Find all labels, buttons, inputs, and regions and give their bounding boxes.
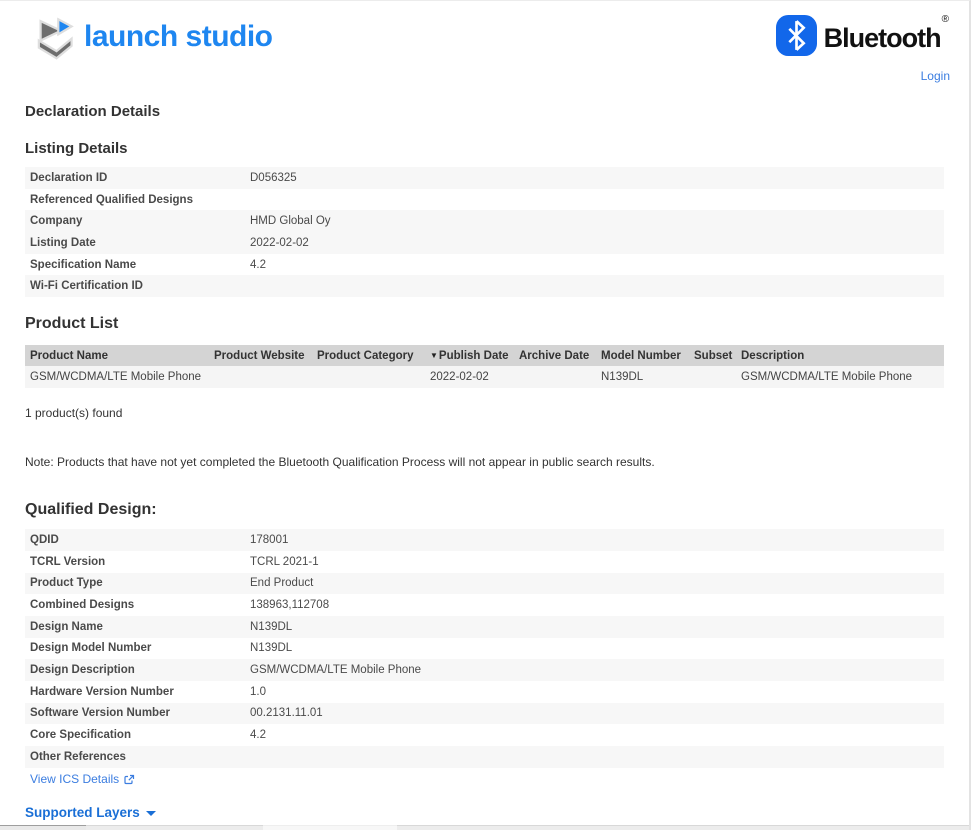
row-value: N139DL <box>250 642 944 654</box>
row-label: Core Specification <box>25 729 250 741</box>
row-label: Specification Name <box>25 259 250 271</box>
row-label: Company <box>25 215 250 227</box>
row-value: 4.2 <box>250 729 944 741</box>
column-header-description[interactable]: Description <box>736 350 944 362</box>
row-label: TCRL Version <box>25 556 250 568</box>
listing-details-heading: Listing Details <box>25 140 969 157</box>
row-label: Hardware Version Number <box>25 686 250 698</box>
row-value: N139DL <box>250 621 944 633</box>
cell-model-number: N139DL <box>596 371 689 383</box>
product-list-heading: Product List <box>25 315 969 333</box>
supported-layers-toggle[interactable]: Supported Layers <box>25 805 156 820</box>
bluetooth-wordmark: Bluetooth® <box>824 25 947 52</box>
cell-description: GSM/WCDMA/LTE Mobile Phone <box>736 371 944 383</box>
partial-table-cell <box>0 825 86 830</box>
row-value: 4.2 <box>250 259 944 271</box>
row-label: Design Model Number <box>25 642 250 654</box>
table-row: Referenced Qualified Designs <box>25 189 944 211</box>
bluetooth-logo[interactable]: Bluetooth® <box>776 15 947 61</box>
partial-table-cell <box>397 825 969 830</box>
row-label: Other References <box>25 751 250 763</box>
declaration-details-page: launch studio Bluetooth® Login Declarati… <box>0 1 969 830</box>
row-value: GSM/WCDMA/LTE Mobile Phone <box>250 664 944 676</box>
row-value: 1.0 <box>250 686 944 698</box>
row-label: Listing Date <box>25 237 250 249</box>
login-row: Login <box>0 67 969 83</box>
product-table-header-row: Product Name Product Website Product Cat… <box>25 345 944 366</box>
row-label: Referenced Qualified Designs <box>25 194 250 206</box>
sort-descending-icon: ▼ <box>430 351 438 360</box>
column-header-model-number[interactable]: Model Number <box>596 350 689 362</box>
row-label: Combined Designs <box>25 599 250 611</box>
listing-details-table: Declaration ID D056325 Referenced Qualif… <box>25 167 944 297</box>
row-value: HMD Global Oy <box>250 215 944 227</box>
partial-table-cell <box>86 825 263 830</box>
table-row: Combined Designs 138963,112708 <box>25 594 944 616</box>
row-label: Design Description <box>25 664 250 676</box>
partial-table-top-edge <box>0 825 969 830</box>
row-label: Product Type <box>25 577 250 589</box>
cell-publish-date: 2022-02-02 <box>425 371 514 383</box>
page-title: Declaration Details <box>25 103 969 120</box>
row-label: Design Name <box>25 621 250 633</box>
row-label: Wi-Fi Certification ID <box>25 280 250 292</box>
row-value: 138963,112708 <box>250 599 944 611</box>
table-row: Design Description GSM/WCDMA/LTE Mobile … <box>25 659 944 681</box>
table-row: QDID 178001 <box>25 529 944 551</box>
table-row: TCRL Version TCRL 2021-1 <box>25 551 944 573</box>
table-row: Product Type End Product <box>25 573 944 595</box>
row-value: 178001 <box>250 534 944 546</box>
column-header-archive-date[interactable]: Archive Date <box>514 350 596 362</box>
row-value: TCRL 2021-1 <box>250 556 944 568</box>
caret-down-icon <box>146 811 156 816</box>
qualified-design-table: QDID 178001 TCRL Version TCRL 2021-1 Pro… <box>25 529 944 790</box>
column-header-product-website[interactable]: Product Website <box>209 350 312 362</box>
table-row: Hardware Version Number 1.0 <box>25 681 944 703</box>
row-label: Declaration ID <box>25 172 250 184</box>
table-row: Company HMD Global Oy <box>25 210 944 232</box>
supported-layers-label: Supported Layers <box>25 805 140 820</box>
row-label: QDID <box>25 534 250 546</box>
login-link[interactable]: Login <box>921 69 950 83</box>
table-row: Other References <box>25 746 944 768</box>
row-value: 00.2131.11.01 <box>250 707 944 719</box>
row-label: Software Version Number <box>25 707 250 719</box>
column-header-subset-id[interactable]: Subset ID <box>689 350 736 362</box>
table-row: Design Model Number N139DL <box>25 638 944 660</box>
table-row: Specification Name 4.2 <box>25 254 944 276</box>
column-header-publish-date[interactable]: ▼Publish Date <box>425 350 514 362</box>
row-value: D056325 <box>250 172 944 184</box>
table-row: Core Specification 4.2 <box>25 724 944 746</box>
column-header-product-name[interactable]: Product Name <box>25 350 209 362</box>
partial-table-cell <box>263 825 397 830</box>
ics-details-row: View ICS Details <box>25 768 944 790</box>
table-row: Listing Date 2022-02-02 <box>25 232 944 254</box>
table-row: Declaration ID D056325 <box>25 167 944 189</box>
qualified-design-heading: Qualified Design: <box>25 501 969 519</box>
launch-studio-logo[interactable]: launch studio <box>30 13 273 66</box>
row-value: End Product <box>250 577 944 589</box>
registered-mark: ® <box>942 14 948 25</box>
launch-studio-mark-icon <box>30 13 76 66</box>
products-found-count: 1 product(s) found <box>25 406 969 420</box>
table-row: Software Version Number 00.2131.11.01 <box>25 703 944 725</box>
product-table-row: GSM/WCDMA/LTE Mobile Phone 2022-02-02 N1… <box>25 366 944 388</box>
column-header-product-category[interactable]: Product Category <box>312 350 425 362</box>
view-ics-details-link[interactable]: View ICS Details <box>30 772 119 786</box>
cell-product-name: GSM/WCDMA/LTE Mobile Phone <box>25 371 209 383</box>
page-header: launch studio Bluetooth® <box>0 1 969 59</box>
product-list-table: Product Name Product Website Product Cat… <box>25 345 944 388</box>
table-row: Design Name N139DL <box>25 616 944 638</box>
bluetooth-icon <box>776 15 817 61</box>
external-link-icon <box>123 773 135 785</box>
table-row: Wi-Fi Certification ID <box>25 275 944 297</box>
launch-studio-wordmark: launch studio <box>84 22 273 58</box>
qualification-note: Note: Products that have not yet complet… <box>25 455 969 469</box>
row-value: 2022-02-02 <box>250 237 944 249</box>
